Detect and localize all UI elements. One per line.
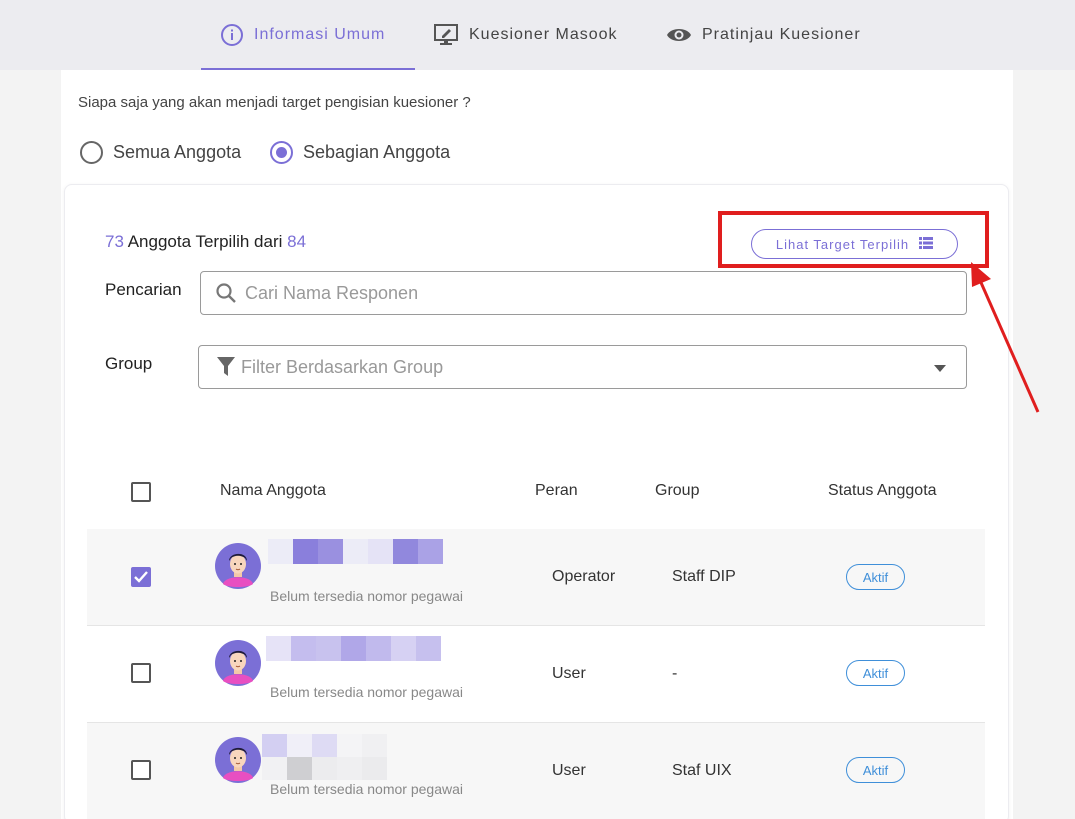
tab-label: Kuesioner Masook	[469, 26, 618, 43]
tab-label: Pratinjau Kuesioner	[702, 26, 861, 43]
info-icon	[220, 23, 244, 47]
avatar	[215, 737, 261, 783]
target-question: Siapa saja yang akan menjadi target peng…	[78, 94, 471, 111]
tab-pratinjau-kuesioner[interactable]: Pratinjau Kuesioner	[666, 0, 861, 70]
group-filter-select[interactable]: Filter Berdasarkan Group	[198, 345, 967, 389]
column-header-group: Group	[655, 482, 700, 499]
eye-icon	[666, 23, 692, 47]
employee-number-note: Belum tersedia nomor pegawai	[270, 781, 463, 797]
filter-icon	[217, 357, 235, 377]
chevron-down-icon	[934, 365, 946, 372]
search-label: Pencarian	[105, 280, 182, 299]
top-tab-bar: Informasi Umum Kuesioner Masook Pratinja…	[0, 0, 1075, 70]
employee-number-note: Belum tersedia nomor pegawai	[270, 588, 463, 604]
redacted-name-pixels	[266, 636, 441, 661]
status-badge: Aktif	[846, 564, 905, 590]
radio-circle[interactable]	[80, 140, 103, 164]
tab-informasi-umum[interactable]: Informasi Umum	[220, 0, 385, 70]
row-checkbox[interactable]	[131, 760, 151, 780]
group-cell: Staf UIX	[672, 762, 732, 779]
radio-label: Sebagian Anggota	[303, 141, 451, 162]
radio-semua-anggota[interactable]: Semua Anggota	[80, 139, 241, 165]
annotation-highlight-box	[718, 211, 989, 268]
role-cell: User	[552, 665, 586, 682]
search-icon	[215, 282, 237, 304]
selected-count: 73 Anggota Terpilih dari 84	[105, 232, 306, 252]
group-label: Group	[105, 354, 153, 373]
avatar	[215, 640, 261, 686]
group-filter-placeholder: Filter Berdasarkan Group	[241, 356, 444, 377]
selected-number: 73	[105, 232, 124, 251]
redacted-name-pixels	[262, 734, 387, 780]
column-header-status: Status Anggota	[828, 482, 937, 499]
radio-sebagian-anggota[interactable]: Sebagian Anggota	[270, 139, 450, 165]
group-cell: Staff DIP	[672, 568, 736, 585]
row-checkbox-checked[interactable]	[131, 567, 151, 587]
selected-text: Anggota Terpilih dari	[127, 232, 283, 251]
search-input[interactable]	[245, 282, 966, 304]
monitor-edit-icon	[433, 23, 459, 47]
role-cell: User	[552, 762, 586, 779]
search-field[interactable]	[200, 271, 967, 315]
group-cell: -	[672, 665, 678, 682]
row-checkbox[interactable]	[131, 663, 151, 683]
radio-circle-checked[interactable]	[270, 140, 293, 164]
radio-label: Semua Anggota	[113, 141, 242, 162]
tab-label: Informasi Umum	[254, 26, 386, 43]
status-badge: Aktif	[846, 757, 905, 783]
tab-kuesioner-masook[interactable]: Kuesioner Masook	[433, 0, 618, 70]
select-all-checkbox[interactable]	[131, 482, 151, 502]
avatar	[215, 543, 261, 589]
redacted-name-pixels	[268, 539, 443, 564]
role-cell: Operator	[552, 568, 616, 585]
column-header-peran: Peran	[535, 482, 578, 499]
status-badge: Aktif	[846, 660, 905, 686]
employee-number-note: Belum tersedia nomor pegawai	[270, 684, 463, 700]
column-header-nama: Nama Anggota	[220, 482, 326, 499]
total-number: 84	[287, 232, 307, 251]
